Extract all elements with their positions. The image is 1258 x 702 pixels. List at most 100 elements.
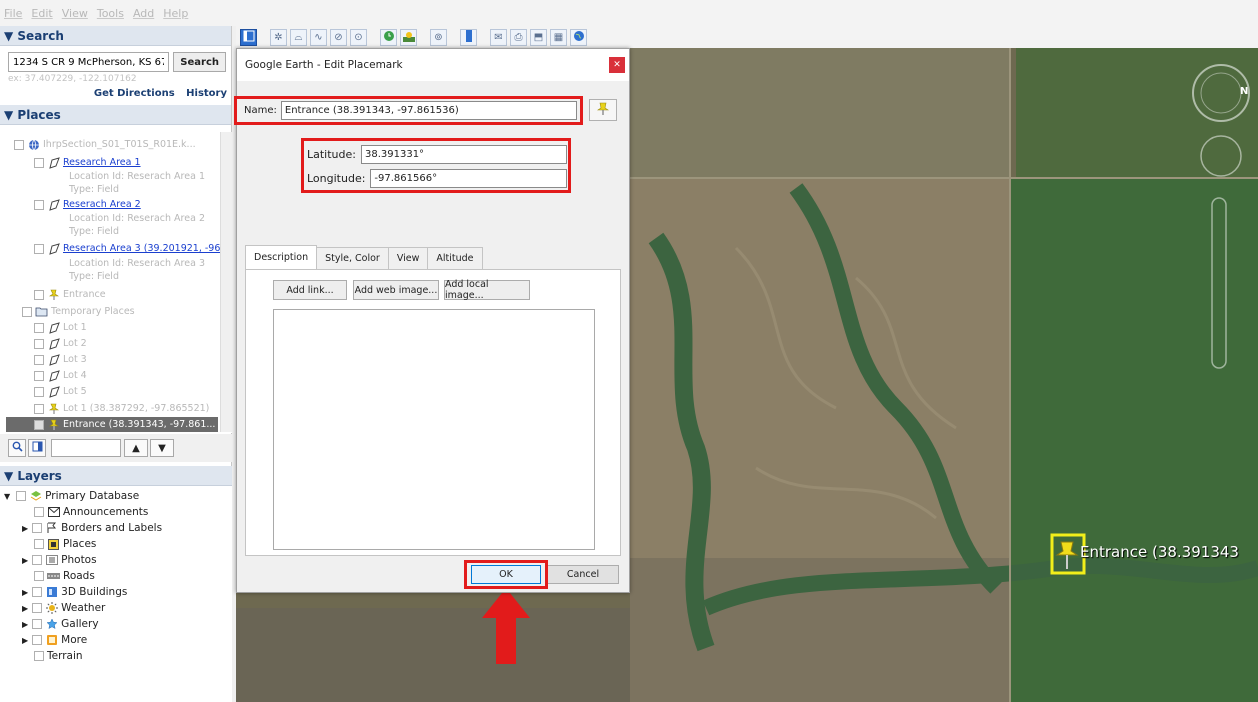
expand-arrow-icon[interactable]: ▶ xyxy=(22,556,28,565)
sidebar-toggle-button[interactable] xyxy=(240,28,257,46)
toggle-panel-button[interactable] xyxy=(28,439,46,457)
list-item[interactable]: Lot 3 xyxy=(34,353,87,366)
list-item[interactable]: ▶ Weather xyxy=(22,600,105,616)
checkbox[interactable] xyxy=(34,370,44,381)
checkbox[interactable] xyxy=(34,243,44,254)
checkbox[interactable] xyxy=(34,338,44,349)
list-item[interactable]: ▶ More xyxy=(22,632,87,648)
list-item[interactable]: Terrain xyxy=(34,648,83,664)
list-item[interactable]: Places xyxy=(34,536,96,552)
menu-file[interactable]: File xyxy=(4,7,22,20)
checkbox[interactable] xyxy=(22,306,32,317)
checkbox[interactable] xyxy=(34,539,44,549)
list-item[interactable]: Lot 4 xyxy=(34,369,87,382)
move-down-button[interactable]: ▼ xyxy=(150,439,174,457)
checkbox[interactable] xyxy=(14,139,24,150)
checkbox[interactable] xyxy=(34,386,44,397)
list-item[interactable]: ▼ Primary Database xyxy=(4,488,139,504)
add-link-button[interactable]: Add link... xyxy=(273,280,347,300)
cancel-button[interactable]: Cancel xyxy=(547,565,619,584)
menu-edit[interactable]: Edit xyxy=(31,7,52,20)
checkbox[interactable] xyxy=(32,555,43,565)
list-item[interactable]: Lot 2 xyxy=(34,337,87,350)
menu-tools[interactable]: Tools xyxy=(97,7,124,20)
list-item[interactable]: Entrance xyxy=(34,288,106,301)
email-button[interactable]: ✉ xyxy=(490,28,507,46)
sunlight-button[interactable] xyxy=(400,28,417,46)
record-tour-button[interactable]: ⊙ xyxy=(350,28,367,46)
tab-altitude[interactable]: Altitude xyxy=(427,247,483,269)
expand-arrow-icon[interactable]: ▶ xyxy=(22,524,28,533)
history-link[interactable]: History xyxy=(186,88,227,99)
ruler-button[interactable] xyxy=(460,28,477,46)
search-places-button[interactable] xyxy=(8,439,26,457)
list-item[interactable]: Research Area 1 xyxy=(34,156,141,169)
add-web-image-button[interactable]: Add web image... xyxy=(353,280,439,300)
add-path-button[interactable]: ∿ xyxy=(310,28,327,46)
add-polygon-button[interactable]: ⌓ xyxy=(290,28,307,46)
list-item[interactable]: Announcements xyxy=(34,504,148,520)
search-input[interactable] xyxy=(8,52,170,72)
list-item[interactable]: ▶ 3D Buildings xyxy=(22,584,127,600)
checkbox[interactable] xyxy=(34,322,44,333)
list-item[interactable]: Reserach Area 2 xyxy=(34,198,141,211)
placemark-map-label[interactable]: Entrance (38.391343 xyxy=(1080,543,1239,561)
navigation-compass[interactable] xyxy=(1191,63,1251,123)
checkbox[interactable] xyxy=(16,491,27,501)
view-in-maps-button[interactable]: ▦ xyxy=(550,28,567,46)
expand-arrow-icon[interactable]: ▶ xyxy=(22,620,28,629)
search-panel-header[interactable]: ▼ Search xyxy=(0,26,231,46)
add-image-overlay-button[interactable]: ⊘ xyxy=(330,28,347,46)
list-item[interactable]: Lot 5 xyxy=(34,385,87,398)
checkbox[interactable] xyxy=(32,603,43,613)
places-panel-header[interactable]: ▼ Places xyxy=(0,105,231,125)
tab-style-color[interactable]: Style, Color xyxy=(316,247,389,269)
close-button[interactable]: ✕ xyxy=(609,57,625,73)
checkbox[interactable] xyxy=(32,619,43,629)
print-button[interactable]: ⎙ xyxy=(510,28,527,46)
checkbox[interactable] xyxy=(32,635,43,645)
expand-arrow-icon[interactable]: ▶ xyxy=(22,588,28,597)
list-item[interactable]: Roads xyxy=(34,568,95,584)
menu-view[interactable]: View xyxy=(62,7,88,20)
menu-help[interactable]: Help xyxy=(163,7,188,20)
get-directions-link[interactable]: Get Directions xyxy=(94,88,175,99)
checkbox[interactable] xyxy=(34,571,44,581)
list-item[interactable]: ▶ Borders and Labels xyxy=(22,520,162,536)
list-item-label[interactable]: Reserach Area 2 xyxy=(63,199,141,210)
expand-arrow-icon[interactable]: ▶ xyxy=(22,604,28,613)
add-placemark-button[interactable]: ✲ xyxy=(270,28,287,46)
list-item-label[interactable]: Research Area 1 xyxy=(63,157,141,168)
checkbox[interactable] xyxy=(32,587,43,597)
tab-view[interactable]: View xyxy=(387,247,429,269)
earth-view-button[interactable] xyxy=(570,28,587,46)
list-item-selected[interactable]: Entrance (38.391343, -97.861... xyxy=(6,417,218,432)
expand-arrow-icon[interactable]: ▼ xyxy=(4,492,10,501)
list-item-label[interactable]: Reserach Area 3 (39.201921, -96 xyxy=(63,243,220,254)
save-image-button[interactable]: ⬒ xyxy=(530,28,547,46)
menu-add[interactable]: Add xyxy=(133,7,154,20)
list-item[interactable]: Lot 1 xyxy=(34,321,87,334)
expand-arrow-icon[interactable]: ▶ xyxy=(22,636,28,645)
historical-imagery-button[interactable] xyxy=(380,28,397,46)
checkbox[interactable] xyxy=(34,419,44,430)
move-up-button[interactable]: ▲ xyxy=(124,439,148,457)
tab-description[interactable]: Description xyxy=(245,245,318,269)
checkbox[interactable] xyxy=(34,354,44,365)
checkbox[interactable] xyxy=(34,651,44,661)
list-item[interactable]: IhrpSection_S01_T01S_R01E.k... xyxy=(14,138,196,151)
checkbox[interactable] xyxy=(34,403,44,414)
list-item[interactable]: Temporary Places xyxy=(22,305,135,318)
checkbox[interactable] xyxy=(34,157,44,168)
list-item[interactable]: ▶ Photos xyxy=(22,552,97,568)
list-item[interactable]: Reserach Area 3 (39.201921, -96 xyxy=(34,242,220,255)
switch-view-button[interactable]: ⊚ xyxy=(430,28,447,46)
search-button[interactable]: Search xyxy=(173,52,226,72)
checkbox[interactable] xyxy=(34,199,44,210)
placemark-icon-button[interactable] xyxy=(589,99,617,121)
places-scrollbar[interactable] xyxy=(220,132,232,432)
layers-panel-header[interactable]: ▼ Layers xyxy=(0,466,232,486)
add-local-image-button[interactable]: Add local image... xyxy=(444,279,530,301)
places-filter-input[interactable] xyxy=(51,439,121,457)
checkbox[interactable] xyxy=(34,289,44,300)
